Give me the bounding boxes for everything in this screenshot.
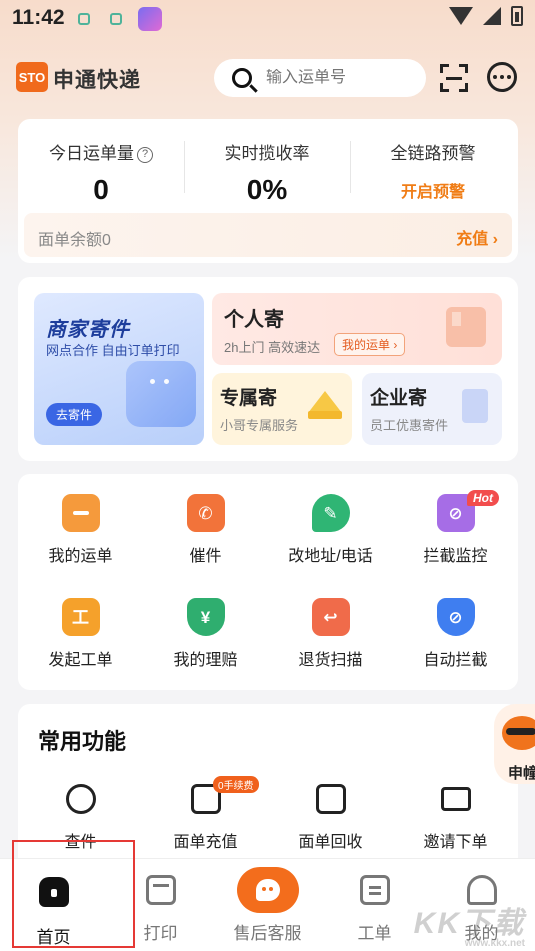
grid-item-intercept-monitor[interactable]: ⊘ Hot 拦截监控	[393, 474, 518, 574]
stat-pickup-rate[interactable]: 实时揽收率 0%	[184, 119, 350, 217]
grid-item-label: 发起工单	[48, 652, 113, 669]
customer-service-icon	[236, 867, 299, 913]
tile-subtitle: 员工优惠寄件	[370, 418, 449, 433]
grid-item-label: 自动拦截	[423, 652, 488, 669]
mascot-icon	[502, 716, 535, 750]
stat-daily-waybills[interactable]: 今日运单量? 0	[18, 119, 184, 217]
document-icon	[462, 389, 488, 423]
search-icon	[65, 784, 96, 814]
watermark-text: KK下载	[413, 907, 525, 940]
shipping-card: 商家寄件 网点合作 自由订单打印 去寄件 个人寄 2h上门 高效速达 我的运单 …	[18, 277, 518, 461]
shopping-bag-icon	[126, 361, 196, 427]
enterprise-ship-tile[interactable]: 企业寄 员工优惠寄件	[362, 373, 502, 445]
tile-title: 商家寄件	[46, 319, 130, 341]
common-item-invite[interactable]: 邀请下单	[393, 784, 518, 852]
my-waybill-tag[interactable]: 我的运单 ›	[334, 333, 406, 356]
stat-label: 全链路预警	[390, 144, 476, 163]
watermark: KK下载 www.kkx.net	[414, 898, 525, 949]
floater-label: 申幢	[508, 765, 535, 782]
tab-label: 工单	[357, 924, 392, 943]
grid-item-auto-intercept[interactable]: ⊘ 自动拦截	[393, 578, 518, 678]
no-fee-badge: 0手续费	[213, 776, 259, 793]
merchant-ship-tile[interactable]: 商家寄件 网点合作 自由订单打印 去寄件	[34, 293, 204, 445]
floating-assistant[interactable]: 申幢	[494, 704, 535, 784]
common-item-label: 面单回收	[298, 834, 363, 851]
app-header: STO 申通快递	[0, 56, 535, 100]
block-icon: ⊘	[436, 598, 475, 636]
grid-item-label: 催件	[189, 548, 222, 565]
grid-item-create-ticket[interactable]: 工 发起工单	[18, 578, 143, 678]
balance-label: 面单余额0	[38, 232, 111, 249]
tile-subtitle: 小哥专属服务	[220, 418, 299, 433]
stat-value: 0%	[246, 174, 288, 205]
grid-item-my-waybills[interactable]: 我的运单	[18, 474, 143, 574]
app-notification-icon	[138, 7, 162, 31]
stats-card: 今日运单量? 0 实时揽收率 0% 全链路预警 开启预警 面单余额0 充值 ›	[18, 119, 518, 263]
go-ship-button[interactable]: 去寄件	[46, 403, 103, 426]
waybill-search-input[interactable]	[266, 69, 406, 87]
tile-subtitle: 网点合作 自由订单打印	[46, 343, 180, 358]
tile-title: 个人寄	[224, 309, 284, 331]
hot-badge: Hot	[467, 490, 499, 506]
scan-icon[interactable]	[440, 64, 468, 92]
grid-item-change-address[interactable]: ✎ 改地址/电话	[268, 474, 393, 574]
tab-orders[interactable]: 工单	[321, 859, 428, 951]
return-icon: ↩	[311, 598, 350, 636]
grid-item-label: 我的理赔	[173, 652, 238, 669]
balance-bar: 面单余额0 充值 ›	[24, 213, 512, 257]
help-icon[interactable]: ?	[137, 147, 153, 163]
highlight-box	[12, 840, 135, 948]
recycle-icon	[315, 784, 346, 814]
common-item-recycle[interactable]: 面单回收	[268, 784, 393, 852]
crown-icon	[308, 391, 342, 419]
search-icon	[232, 68, 252, 88]
common-item-recharge[interactable]: 0手续费 面单充值	[143, 776, 268, 852]
notification-icon	[110, 13, 122, 25]
recharge-link[interactable]: 充值 ›	[456, 225, 498, 249]
grid-item-label: 改地址/电话	[288, 548, 373, 565]
stat-label: 实时揽收率	[224, 144, 310, 163]
stat-chain-warning: 全链路预警 开启预警	[350, 119, 516, 217]
stat-label: 今日运单量	[49, 144, 134, 163]
enable-warning-button[interactable]: 开启预警	[350, 178, 516, 202]
tab-customer-service[interactable]: 售后客服	[214, 859, 321, 951]
order-icon	[359, 875, 390, 905]
status-icons	[449, 6, 523, 26]
section-title: 常用功能	[38, 729, 127, 754]
signal-icon	[483, 7, 501, 25]
search-bar[interactable]	[214, 59, 426, 97]
exclusive-ship-tile[interactable]: 专属寄 小哥专属服务	[212, 373, 352, 445]
ticket-icon: 工	[61, 598, 100, 636]
notification-icon	[78, 13, 90, 25]
sto-logo: STO	[16, 62, 48, 92]
grid-item-label: 退货扫描	[298, 652, 363, 669]
phone-icon: ✆	[186, 494, 225, 532]
grid-item-return-scan[interactable]: ↩ 退货扫描	[268, 578, 393, 678]
grid-item-my-claims[interactable]: ¥ 我的理赔	[143, 578, 268, 678]
grid-item-urge[interactable]: ✆ 催件	[143, 474, 268, 574]
grid-item-label: 我的运单	[48, 548, 113, 565]
battery-icon	[511, 6, 523, 26]
status-time: 11:42	[12, 6, 65, 29]
grid-item-label: 拦截监控	[423, 548, 488, 565]
tile-title: 专属寄	[220, 388, 278, 409]
parcel-icon	[446, 307, 486, 347]
brand-name: 申通快递	[53, 69, 141, 92]
tile-title: 企业寄	[370, 388, 428, 409]
mail-icon	[440, 787, 471, 811]
personal-ship-tile[interactable]: 个人寄 2h上门 高效速达 我的运单 ›	[212, 293, 502, 365]
edit-icon: ✎	[311, 494, 350, 532]
waybill-icon	[61, 494, 100, 532]
print-icon	[145, 875, 176, 905]
wifi-icon	[449, 7, 473, 25]
feature-grid: 我的运单 ✆ 催件 ✎ 改地址/电话 ⊘ Hot 拦截监控 工 发起工单 ¥ 我…	[18, 474, 518, 690]
common-item-label: 面单充值	[173, 834, 238, 851]
message-icon[interactable]	[487, 62, 517, 92]
tab-label: 售后客服	[233, 924, 302, 943]
stat-value: 0	[93, 174, 109, 205]
status-bar: 11:42	[0, 0, 535, 36]
tile-subtitle: 2h上门 高效速达	[224, 340, 321, 355]
claim-icon: ¥	[186, 598, 225, 636]
common-item-label: 邀请下单	[423, 834, 488, 851]
